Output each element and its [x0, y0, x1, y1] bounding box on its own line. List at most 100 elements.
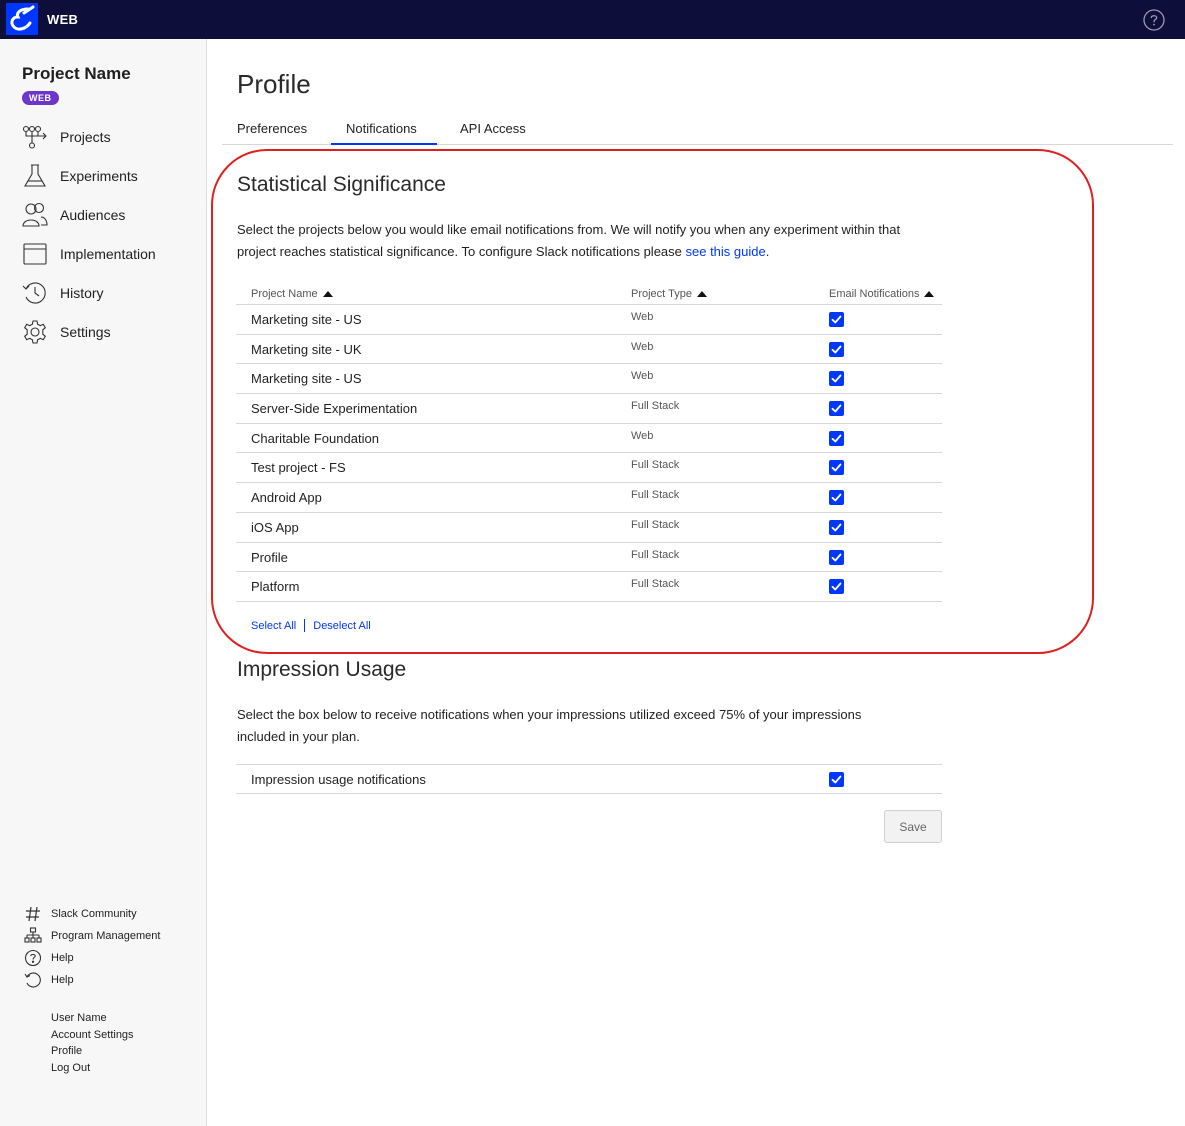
- gear-icon: [23, 320, 47, 344]
- help-link[interactable]: Help: [24, 949, 74, 967]
- undo-icon: [24, 972, 41, 988]
- checkmark-icon: [831, 345, 842, 354]
- sort-email-notifications[interactable]: Email Notifications: [829, 288, 935, 300]
- checkmark-icon: [831, 523, 842, 532]
- project-name-cell: Marketing site - US: [251, 371, 362, 387]
- sort-asc-icon: [924, 291, 935, 297]
- help-label: Help: [51, 952, 74, 964]
- user-name[interactable]: User Name: [51, 1010, 134, 1027]
- checkmark-icon: [831, 374, 842, 383]
- header-email-notifications: Email Notifications: [829, 288, 920, 300]
- tab-preferences[interactable]: Preferences: [237, 121, 307, 136]
- deselect-all-link[interactable]: Deselect All: [313, 620, 370, 632]
- profile-tabs: Preferences Notifications API Access: [222, 112, 1173, 145]
- sidebar-item-label: History: [60, 285, 104, 301]
- stat-sig-title: Statistical Significance: [237, 173, 446, 196]
- sidebar-item-settings[interactable]: Settings: [22, 318, 202, 346]
- email-notification-checkbox[interactable]: [829, 371, 844, 387]
- project-name[interactable]: Project Name: [22, 64, 131, 84]
- stat-sig-description: Select the projects below you would like…: [237, 219, 957, 263]
- table-row: Test project - FS Full Stack: [236, 453, 942, 484]
- sidebar-item-implementation[interactable]: Implementation: [22, 240, 202, 268]
- users-icon: [22, 202, 48, 227]
- table-row: Marketing site - US Web: [236, 305, 942, 335]
- sort-asc-icon: [696, 291, 707, 297]
- sidebar-item-label: Audiences: [60, 207, 126, 223]
- optimizely-logo-icon[interactable]: [6, 3, 38, 35]
- project-type-cell: Web: [631, 340, 654, 353]
- checkmark-icon: [831, 464, 842, 472]
- project-type-badge: WEB: [22, 91, 59, 105]
- email-notification-checkbox[interactable]: [829, 579, 844, 595]
- top-bar: WEB: [0, 0, 1185, 39]
- program-management-link[interactable]: Program Management: [24, 927, 160, 945]
- browser-window-icon: [23, 243, 47, 265]
- stat-sig-desc-line2: project reaches statistical significance…: [237, 244, 686, 259]
- sidebar-item-experiments[interactable]: Experiments: [22, 162, 202, 190]
- impression-usage-description: Select the box below to receive notifica…: [237, 704, 957, 748]
- slack-guide-link[interactable]: see this guide: [686, 244, 766, 259]
- page-title: Profile: [237, 69, 311, 99]
- sidebar-item-history[interactable]: History: [22, 279, 202, 307]
- program-management-label: Program Management: [51, 930, 161, 942]
- sort-project-type[interactable]: Project Type: [631, 288, 707, 300]
- email-notification-checkbox[interactable]: [829, 401, 844, 417]
- stat-sig-desc-end: .: [765, 244, 770, 259]
- email-notification-checkbox[interactable]: [829, 549, 844, 565]
- log-out-link[interactable]: Log Out: [51, 1060, 134, 1077]
- projects-icon: [22, 125, 47, 149]
- impression-usage-row: Impression usage notifications: [236, 764, 942, 794]
- project-name-cell: Marketing site - UK: [251, 341, 362, 357]
- sidebar-item-projects[interactable]: Projects: [22, 123, 202, 151]
- help-link-2[interactable]: Help: [24, 971, 74, 989]
- project-name-cell: iOS App: [251, 519, 299, 535]
- table-row: Server-Side Experimentation Full Stack: [236, 394, 942, 424]
- impression-usage-label: Impression usage notifications: [251, 772, 426, 787]
- sidebar-item-label: Experiments: [60, 168, 138, 184]
- checkmark-icon: [831, 434, 842, 443]
- project-type-cell: Full Stack: [631, 459, 680, 472]
- table-row: Marketing site - US Web: [236, 364, 942, 395]
- email-notification-checkbox[interactable]: [829, 490, 844, 506]
- email-notification-checkbox[interactable]: [829, 519, 844, 535]
- help-label-2: Help: [51, 974, 74, 986]
- project-name-cell: Server-Side Experimentation: [251, 401, 418, 417]
- help-circle-icon[interactable]: [1143, 9, 1165, 31]
- email-notification-checkbox[interactable]: [829, 460, 844, 476]
- project-type-cell: Web: [631, 311, 654, 323]
- email-notification-checkbox[interactable]: [829, 312, 844, 327]
- sidebar-item-audiences[interactable]: Audiences: [22, 201, 202, 229]
- tab-api-access[interactable]: API Access: [460, 121, 526, 136]
- impression-usage-checkbox[interactable]: [829, 772, 844, 787]
- history-icon: [22, 282, 46, 304]
- selection-links: Select All Deselect All: [251, 619, 371, 632]
- project-name-cell: Profile: [251, 549, 288, 565]
- checkmark-icon: [831, 775, 842, 784]
- table-body: Marketing site - US Web Marketing site - U…: [236, 305, 942, 602]
- project-type-cell: Web: [631, 429, 654, 442]
- table-row: Charitable Foundation Web: [236, 424, 942, 454]
- project-name-cell: Charitable Foundation: [251, 430, 379, 446]
- save-button[interactable]: Save: [884, 810, 942, 843]
- project-type-cell: Full Stack: [631, 548, 680, 561]
- checkmark-icon: [831, 553, 842, 561]
- account-settings-link[interactable]: Account Settings: [51, 1027, 134, 1044]
- project-name-cell: Test project - FS: [251, 460, 346, 476]
- email-notification-checkbox[interactable]: [829, 430, 844, 446]
- table-row: Marketing site - UK Web: [236, 335, 942, 365]
- profile-link[interactable]: Profile: [51, 1043, 134, 1060]
- table-row: Platform Full Stack: [236, 572, 942, 602]
- checkmark-icon: [831, 582, 842, 591]
- table-header: Project Name Project Type Email Notifica…: [236, 283, 942, 305]
- project-name-cell: Android App: [251, 490, 322, 506]
- impression-usage-title: Impression Usage: [237, 658, 407, 681]
- header-project-name: Project Name: [251, 288, 318, 300]
- tab-notifications[interactable]: Notifications: [346, 121, 417, 136]
- email-notification-checkbox[interactable]: [829, 341, 844, 357]
- slack-community-link[interactable]: Slack Community: [24, 905, 137, 923]
- sort-project-name[interactable]: Project Name: [251, 288, 333, 300]
- select-all-link[interactable]: Select All: [251, 620, 296, 632]
- table-row: Profile Full Stack: [236, 543, 942, 573]
- org-chart-icon: [24, 927, 42, 943]
- project-type-cell: Full Stack: [631, 578, 680, 591]
